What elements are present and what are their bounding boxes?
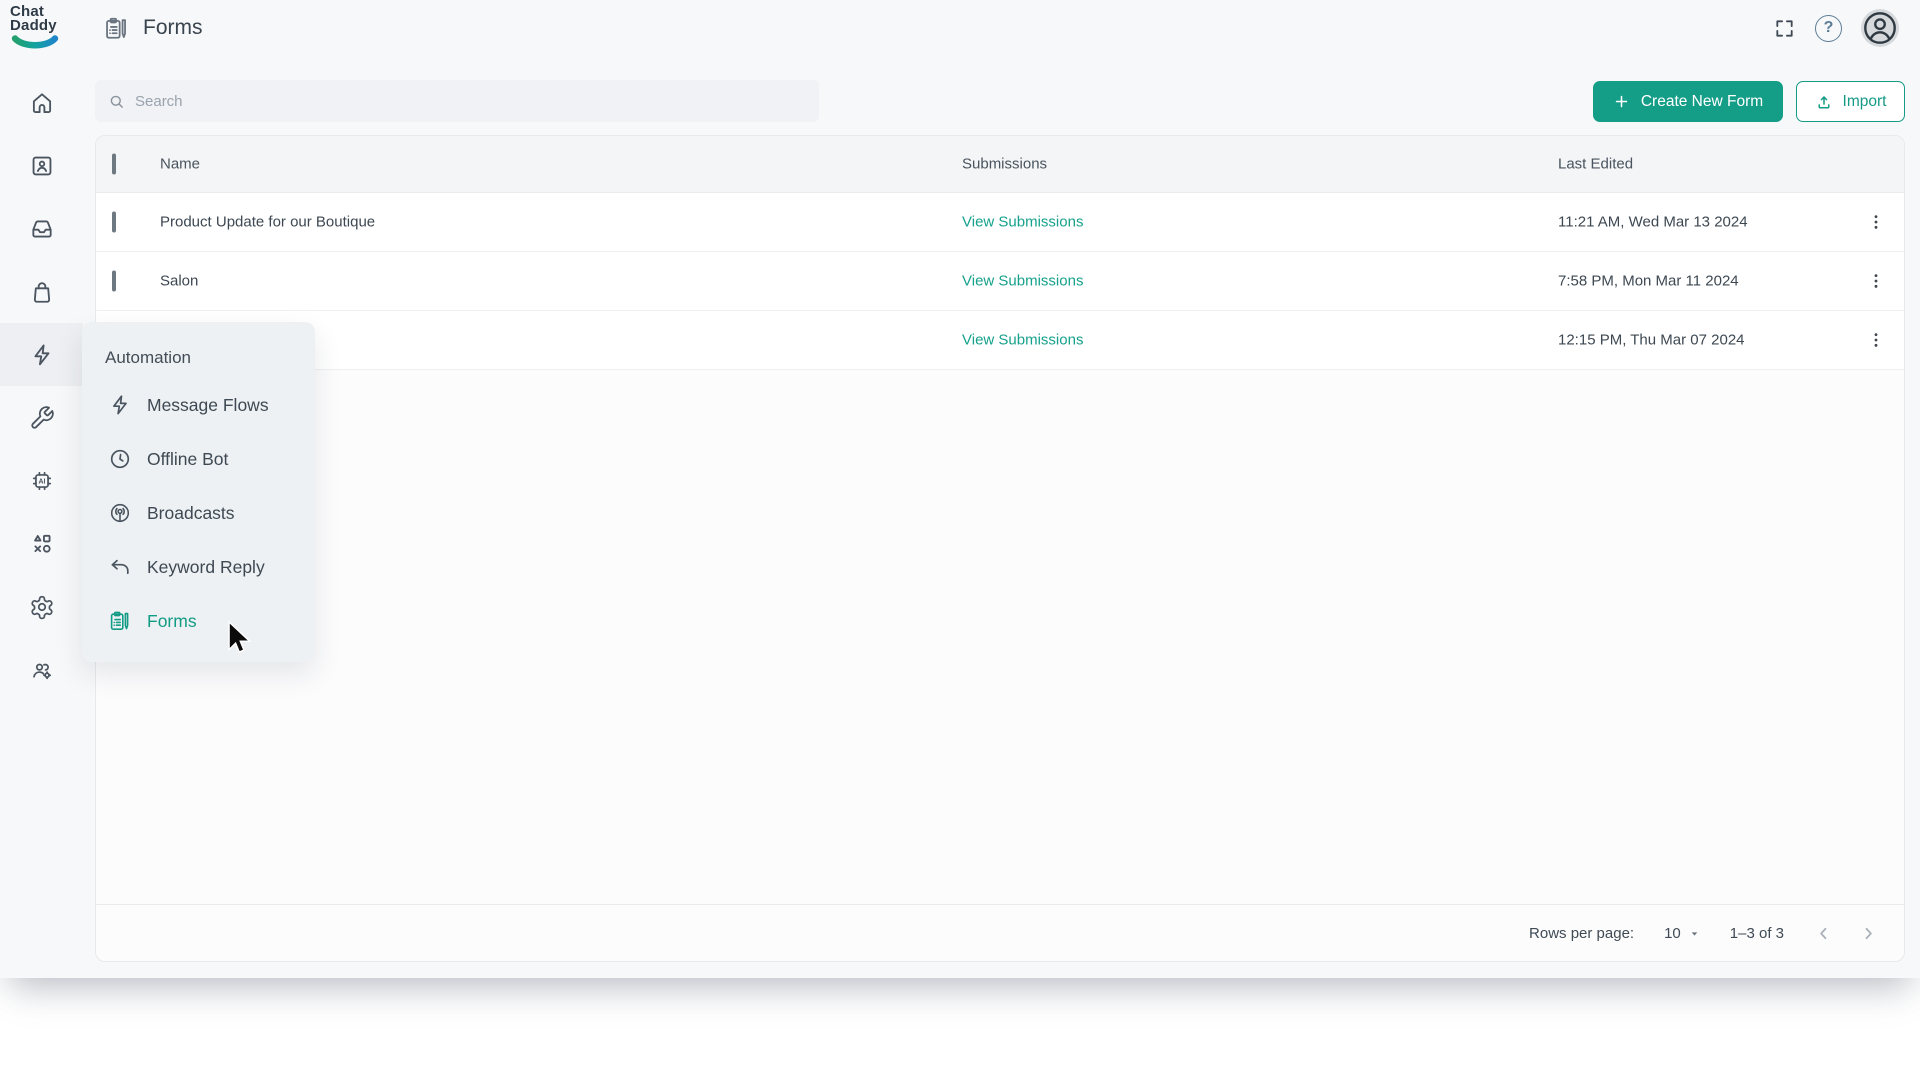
chevron-down-icon xyxy=(1689,928,1700,939)
upload-icon xyxy=(1815,93,1833,111)
sidebar-item-integrations[interactable] xyxy=(0,512,83,575)
sidebar-nav: AI xyxy=(0,56,83,978)
sidebar-item-settings[interactable] xyxy=(0,575,83,638)
sidebar-item-tools[interactable] xyxy=(0,386,83,449)
flyout-item-label: Broadcasts xyxy=(147,503,235,524)
flyout-item-broadcasts[interactable]: Broadcasts xyxy=(82,486,315,540)
message-flows-lightning-icon xyxy=(108,393,132,417)
sidebar-item-ai[interactable]: AI xyxy=(0,449,83,512)
forms-table-card: Name Submissions Last Edited Product Upd… xyxy=(95,135,1905,962)
plus-icon xyxy=(1613,93,1630,110)
flyout-item-label: Forms xyxy=(147,611,197,632)
last-edited-value: 11:21 AM, Wed Mar 13 2024 xyxy=(1558,214,1748,231)
forms-clipboard-icon xyxy=(103,15,130,42)
tools-wrench-icon xyxy=(29,405,55,431)
rows-per-page-select[interactable]: 10 xyxy=(1664,925,1700,942)
integrations-shapes-icon xyxy=(29,531,55,557)
view-submissions-link[interactable]: View Submissions xyxy=(962,214,1083,231)
column-header-submissions: Submissions xyxy=(962,156,1047,173)
view-submissions-link[interactable]: View Submissions xyxy=(962,273,1083,290)
table-row[interactable]: Product Update for our Boutique View Sub… xyxy=(96,193,1904,252)
logo-smile-icon xyxy=(11,35,59,50)
row-checkbox[interactable] xyxy=(112,271,116,292)
last-edited-value: 12:15 PM, Thu Mar 07 2024 xyxy=(1558,332,1745,349)
next-page-icon[interactable] xyxy=(1859,924,1878,943)
sidebar-item-shop[interactable] xyxy=(0,260,83,323)
help-icon[interactable]: ? xyxy=(1815,15,1842,42)
svg-text:AI: AI xyxy=(38,478,45,485)
broadcasts-icon xyxy=(108,501,132,525)
flyout-item-keyword-reply[interactable]: Keyword Reply xyxy=(82,540,315,594)
column-header-last-edited: Last Edited xyxy=(1558,156,1633,173)
home-icon xyxy=(29,90,55,116)
view-submissions-link[interactable]: View Submissions xyxy=(962,332,1083,349)
import-button[interactable]: Import xyxy=(1796,81,1905,122)
automation-flyout-menu: Automation Message Flows Offline Bot xyxy=(82,322,315,662)
shop-icon xyxy=(29,279,55,305)
sidebar-item-automation[interactable] xyxy=(0,323,83,386)
logo-text-line2: Daddy xyxy=(10,19,72,33)
fullscreen-icon[interactable] xyxy=(1773,17,1796,40)
keyword-reply-icon xyxy=(108,555,132,579)
ai-chip-icon: AI xyxy=(29,468,55,494)
last-edited-value: 7:58 PM, Mon Mar 11 2024 xyxy=(1558,273,1739,290)
topbar-actions: ? xyxy=(1773,0,1899,56)
table-row[interactable]: Salon View Submissions 7:58 PM, Mon Mar … xyxy=(96,252,1904,311)
column-header-name: Name xyxy=(160,156,200,173)
create-new-form-button[interactable]: Create New Form xyxy=(1593,81,1783,122)
chatdaddy-logo[interactable]: Chat Daddy xyxy=(10,5,72,50)
row-checkbox[interactable] xyxy=(112,212,116,233)
flyout-item-label: Message Flows xyxy=(147,395,269,416)
rows-per-page-label: Rows per page: xyxy=(1529,925,1634,942)
create-new-form-label: Create New Form xyxy=(1641,93,1763,111)
sidebar-item-inbox[interactable] xyxy=(0,197,83,260)
previous-page-icon[interactable] xyxy=(1814,924,1833,943)
search-icon xyxy=(108,93,125,110)
offline-bot-clock-icon xyxy=(108,447,132,471)
page-range-label: 1–3 of 3 xyxy=(1730,925,1784,942)
flyout-item-offline-bot[interactable]: Offline Bot xyxy=(82,432,315,486)
table-row[interactable]: View Submissions 12:15 PM, Thu Mar 07 20… xyxy=(96,311,1904,370)
flyout-item-forms[interactable]: Forms xyxy=(82,594,315,648)
search-input[interactable] xyxy=(135,93,806,110)
page-title: Forms xyxy=(143,16,203,40)
automation-lightning-icon xyxy=(29,342,55,368)
settings-gear-icon xyxy=(29,594,55,620)
sidebar-item-home[interactable] xyxy=(0,71,83,134)
row-actions-kebab-icon[interactable] xyxy=(1866,271,1886,291)
sidebar-item-team-settings[interactable] xyxy=(0,638,83,701)
flyout-title: Automation xyxy=(82,338,315,378)
sidebar-item-contacts[interactable] xyxy=(0,134,83,197)
flyout-item-message-flows[interactable]: Message Flows xyxy=(82,378,315,432)
search-bar xyxy=(95,80,819,122)
forms-clipboard-icon xyxy=(108,609,132,633)
form-name: Salon xyxy=(160,273,198,290)
flyout-item-label: Offline Bot xyxy=(147,449,228,470)
contacts-icon xyxy=(29,153,55,179)
table-header-row: Name Submissions Last Edited xyxy=(96,136,1904,193)
row-actions-kebab-icon[interactable] xyxy=(1866,212,1886,232)
form-name: Product Update for our Boutique xyxy=(160,214,375,231)
pagination-bar: Rows per page: 10 1–3 of 3 xyxy=(96,904,1904,961)
row-actions-kebab-icon[interactable] xyxy=(1866,330,1886,350)
team-settings-icon xyxy=(29,657,55,683)
top-bar: Chat Daddy Forms xyxy=(0,0,1920,56)
rows-per-page-value: 10 xyxy=(1664,925,1681,942)
flyout-item-label: Keyword Reply xyxy=(147,557,265,578)
page-header: Forms xyxy=(103,0,203,56)
app-window: Chat Daddy Forms xyxy=(0,0,1920,978)
import-label: Import xyxy=(1843,93,1887,111)
inbox-icon xyxy=(29,216,55,242)
select-all-checkbox[interactable] xyxy=(112,154,116,175)
user-avatar-icon[interactable] xyxy=(1861,9,1899,47)
